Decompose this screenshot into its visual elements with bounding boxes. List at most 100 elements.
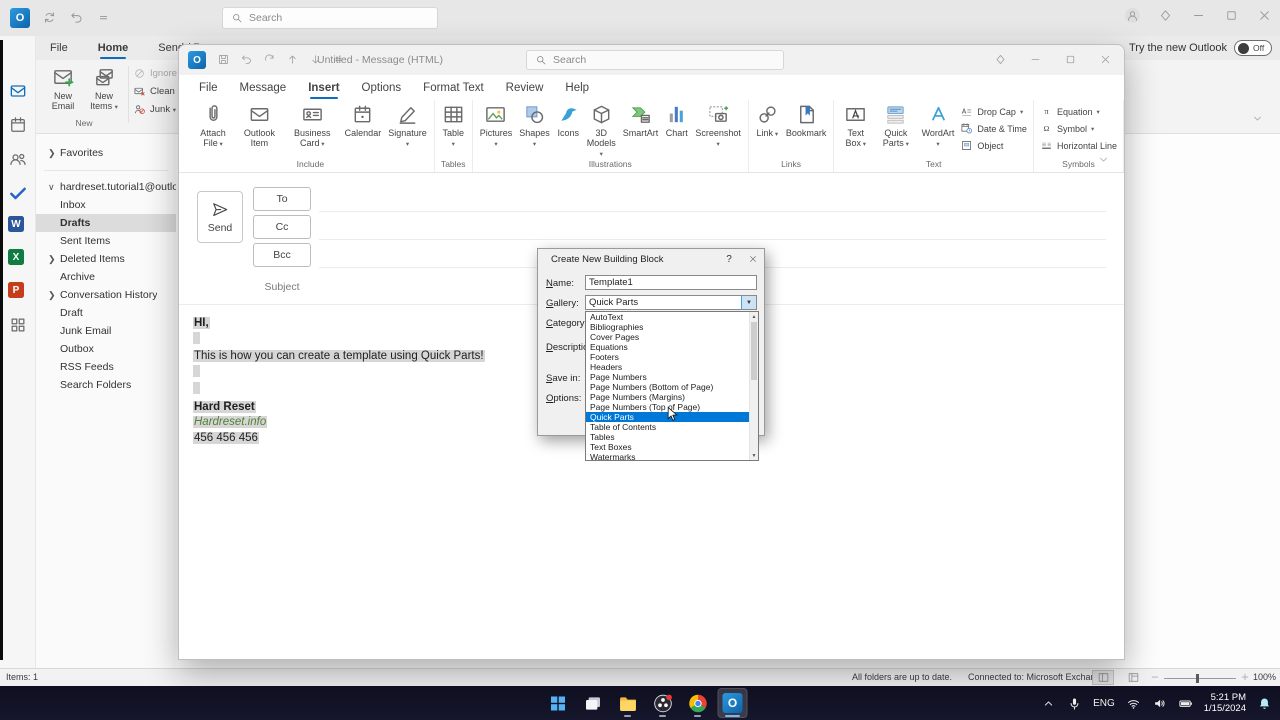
zoom-slider-thumb[interactable] xyxy=(1196,674,1199,683)
dropdown-option-page-numbers[interactable]: Page Numbers xyxy=(586,372,758,382)
ribbon-bookmark-button[interactable]: Bookmark xyxy=(783,100,830,138)
maximize-button[interactable] xyxy=(1064,53,1077,66)
undo-icon[interactable] xyxy=(240,53,253,66)
dropdown-option-watermarks[interactable]: Watermarks xyxy=(586,452,758,462)
dropdown-option-footers[interactable]: Footers xyxy=(586,352,758,362)
message-tab-options[interactable]: Options xyxy=(362,82,402,94)
ribbon-outlook-item-button[interactable]: Outlook Item xyxy=(236,100,283,148)
sidebar-item-drafts[interactable]: Drafts xyxy=(36,214,176,232)
taskbar-chrome-button[interactable] xyxy=(683,688,713,718)
language-indicator[interactable]: ENG xyxy=(1093,698,1115,709)
coach-diamond-icon[interactable] xyxy=(994,53,1007,66)
main-tab-home[interactable]: Home xyxy=(98,42,129,54)
tray-overflow-icon[interactable] xyxy=(1041,696,1056,711)
taskbar-start-button[interactable] xyxy=(543,688,573,718)
dropdown-arrow-icon[interactable]: ▼ xyxy=(741,296,756,309)
taskbar-obs-button[interactable] xyxy=(648,688,678,718)
ribbon-text-box-button[interactable]: Text Box ▾ xyxy=(838,100,873,148)
ribbon-symbol-button[interactable]: ΩSymbol▾ xyxy=(1038,121,1119,136)
cc-field[interactable] xyxy=(319,239,1106,240)
gallery-combobox[interactable]: Quick Parts ▼ xyxy=(585,295,757,310)
sidebar-item-draft[interactable]: Draft xyxy=(36,304,176,322)
ribbon-link-button[interactable]: Link ▾ xyxy=(753,100,782,138)
message-tab-review[interactable]: Review xyxy=(506,82,544,94)
new-items-button[interactable]: New Items ▾ xyxy=(84,63,124,111)
minimize-button[interactable] xyxy=(1029,53,1042,66)
wifi-icon[interactable] xyxy=(1126,696,1141,711)
sync-icon[interactable] xyxy=(42,10,57,25)
people-module-icon[interactable] xyxy=(8,149,28,169)
taskbar-file-explorer-button[interactable] xyxy=(613,688,643,718)
sidebar-item-search-folders[interactable]: Search Folders xyxy=(36,376,176,394)
battery-icon[interactable] xyxy=(1178,696,1193,711)
sidebar-item-sent-items[interactable]: Sent Items xyxy=(36,232,176,250)
coach-diamond-icon[interactable] xyxy=(1158,8,1173,23)
send-button[interactable]: Send xyxy=(197,191,243,243)
ribbon-table-button[interactable]: Table ▾ xyxy=(439,100,468,149)
dropdown-option-bibliographies[interactable]: Bibliographies xyxy=(586,322,758,332)
ribbon-drop-cap-button[interactable]: Drop Cap▾ xyxy=(958,104,1029,119)
ribbon-shapes-button[interactable]: Shapes ▾ xyxy=(516,100,553,149)
ribbon-smartart-button[interactable]: SmartArt xyxy=(620,100,662,138)
powerpoint-app-icon[interactable]: P xyxy=(8,282,28,302)
redo-icon[interactable] xyxy=(263,53,276,66)
ribbon-business-card-button[interactable]: Business Card ▾ xyxy=(284,100,341,148)
dropdown-option-page-numbers-bottom-of-page[interactable]: Page Numbers (Bottom of Page) xyxy=(586,382,758,392)
message-search-input[interactable]: Search xyxy=(526,50,784,70)
more-apps-icon[interactable] xyxy=(8,315,28,335)
message-tab-format-text[interactable]: Format Text xyxy=(423,82,484,94)
main-search-input[interactable]: Search xyxy=(222,7,438,29)
reading-view-button[interactable] xyxy=(1092,670,1114,685)
ribbon-signature-button[interactable]: Signature ▾ xyxy=(385,100,430,149)
ribbon-attach-file-button[interactable]: Attach File ▾ xyxy=(191,100,235,148)
sidebar-item-favorites[interactable]: ❯ Favorites xyxy=(36,144,176,162)
dialog-close-button[interactable] xyxy=(742,250,764,268)
ribbon-pictures-button[interactable]: Pictures ▾ xyxy=(477,100,516,149)
dropdown-option-text-boxes[interactable]: Text Boxes xyxy=(586,442,758,452)
close-button[interactable] xyxy=(1099,53,1112,66)
sidebar-item-archive[interactable]: Archive xyxy=(36,268,176,286)
zoom-in-button[interactable] xyxy=(1240,670,1250,684)
todo-module-icon[interactable] xyxy=(8,183,28,203)
undo-icon[interactable] xyxy=(69,10,84,25)
calendar-module-icon[interactable] xyxy=(8,115,28,135)
taskbar-task-view-button[interactable] xyxy=(578,688,608,718)
dropdown-scrollbar[interactable]: ▲ ▼ xyxy=(749,312,758,460)
ribbon-screenshot-button[interactable]: Screenshot ▾ xyxy=(692,100,744,149)
dialog-help-button[interactable]: ? xyxy=(716,250,742,268)
sidebar-item-inbox[interactable]: Inbox xyxy=(36,196,176,214)
sidebar-item-junk-email[interactable]: Junk Email xyxy=(36,322,176,340)
ribbon-3d-models-button[interactable]: 3D Models ▾ xyxy=(584,100,619,159)
cc-button[interactable]: Cc xyxy=(253,215,311,239)
message-tab-insert[interactable]: Insert xyxy=(308,82,339,94)
dropdown-option-table-of-contents[interactable]: Table of Contents xyxy=(586,422,758,432)
dropdown-option-equations[interactable]: Equations xyxy=(586,342,758,352)
ribbon-wordart-button[interactable]: WordArt ▾ xyxy=(919,100,958,149)
ribbon-collapse-icon[interactable] xyxy=(1251,112,1264,125)
save-icon[interactable] xyxy=(217,53,230,66)
zoom-out-button[interactable] xyxy=(1150,670,1160,684)
scroll-up-icon[interactable]: ▲ xyxy=(750,312,758,321)
ribbon-horizontal-line-button[interactable]: Horizontal Line xyxy=(1038,138,1119,153)
taskbar-outlook-button[interactable]: O xyxy=(718,688,748,718)
dropdown-option-tables[interactable]: Tables xyxy=(586,432,758,442)
sidebar-item-deleted-items[interactable]: ❯Deleted Items xyxy=(36,250,176,268)
scrollbar-thumb[interactable] xyxy=(751,322,757,380)
dropdown-option-headers[interactable]: Headers xyxy=(586,362,758,372)
zoom-level[interactable]: 100% xyxy=(1253,672,1276,682)
to-button[interactable]: To xyxy=(253,187,311,211)
dropdown-option-cover-pages[interactable]: Cover Pages xyxy=(586,332,758,342)
subject-field[interactable]: Subject xyxy=(253,281,311,293)
microphone-icon[interactable] xyxy=(1067,696,1082,711)
layout-view-button[interactable] xyxy=(1122,670,1144,685)
name-input[interactable]: Template1 xyxy=(585,275,757,290)
ribbon-collapse-icon[interactable] xyxy=(1097,153,1110,166)
main-tab-file[interactable]: File xyxy=(50,42,68,54)
ribbon-date-time-button[interactable]: Date & Time xyxy=(958,121,1029,136)
ribbon-object-button[interactable]: Object xyxy=(958,138,1029,153)
bcc-button[interactable]: Bcc xyxy=(253,243,311,267)
message-tab-help[interactable]: Help xyxy=(565,82,589,94)
dropdown-option-autotext[interactable]: AutoText xyxy=(586,312,758,322)
ribbon-equation-button[interactable]: πEquation▾ xyxy=(1038,104,1119,119)
excel-app-icon[interactable]: X xyxy=(8,249,28,269)
